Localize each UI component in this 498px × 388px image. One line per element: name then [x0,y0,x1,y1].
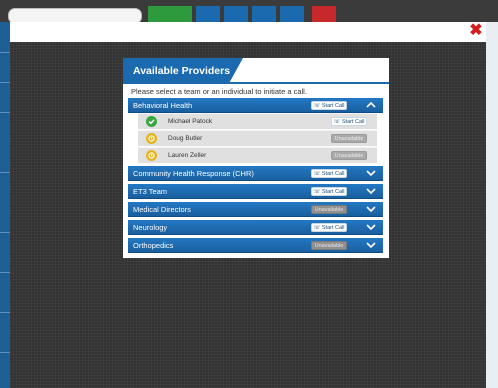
group-orthopedics[interactable]: Orthopedics Unavailable [128,238,383,253]
start-call-button[interactable]: ☏ Start Call [331,117,367,126]
chevron-down-icon[interactable] [365,167,377,179]
unavailable-badge: Unavailable [331,151,367,160]
modal-header-bar [10,22,486,42]
app-sidebar [0,22,10,388]
available-status-icon [146,116,157,127]
chevron-down-icon[interactable] [365,221,377,233]
group-et3-team[interactable]: ET3 Team ☏ Start Call [128,184,383,199]
people-icon[interactable] [252,6,276,22]
chevron-down-icon[interactable] [365,185,377,197]
group-name: Orthopedics [133,241,174,250]
unavailable-badge: Unavailable [311,241,347,250]
member-name: Doug Butler [168,135,203,142]
group-name: Behavioral Health [133,101,193,110]
chevron-down-icon[interactable] [365,239,377,251]
unavailable-badge: Unavailable [311,205,347,214]
group-name: Community Health Response (CHR) [133,169,254,178]
start-call-button[interactable]: ☏ Start Call [311,169,347,178]
title-divider [123,82,389,84]
phone-icon[interactable] [280,6,304,22]
unavailable-badge: Unavailable [331,134,367,143]
chevron-up-icon[interactable] [365,99,377,111]
member-name: Lauren Zeller [168,152,207,159]
app-right-panel [486,22,498,388]
document-icon[interactable] [224,6,248,22]
start-call-button[interactable]: ☏ Start Call [311,101,347,110]
providers-panel: Available Providers Please select a team… [123,58,389,258]
app-toolbar [0,0,498,24]
member-name: Michael Patock [168,118,213,125]
list-item-member[interactable]: Lauren Zeller Unavailable [138,147,377,163]
panel-title: Available Providers [123,58,243,84]
list-item-member[interactable]: Doug Butler Unavailable [138,130,377,146]
close-icon[interactable] [312,6,336,22]
group-behavioral-health[interactable]: Behavioral Health ☏ Start Call [128,98,383,113]
start-call-button[interactable]: ☏ Start Call [311,187,347,196]
group-medical-directors[interactable]: Medical Directors Unavailable [128,202,383,217]
list-item-member[interactable]: Michael Patock ☏ Start Call [138,113,377,129]
group-neurology[interactable]: Neurology ☏ Start Call [128,220,383,235]
green-toolbar-button[interactable] [148,6,192,22]
group-name: Neurology [133,223,168,232]
panel-header: Available Providers [123,58,389,84]
unavailable-status-icon [146,133,157,144]
unavailable-status-icon [146,150,157,161]
instruction-text: Please select a team or an individual to… [131,87,307,96]
modal-close-icon[interactable]: ✖ [467,22,485,40]
group-name: Medical Directors [133,205,191,214]
group-name: ET3 Team [133,187,168,196]
chevron-down-icon[interactable] [365,203,377,215]
start-call-button[interactable]: ☏ Start Call [311,223,347,232]
print-icon[interactable] [196,6,220,22]
group-community-health-response[interactable]: Community Health Response (CHR) ☏ Start … [128,166,383,181]
